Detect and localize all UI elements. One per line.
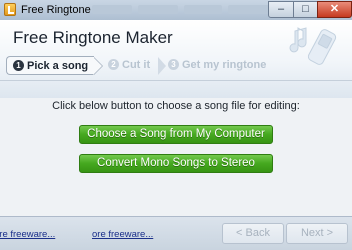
close-button[interactable]: ✕ [317,1,352,18]
step-label: Cut it [122,59,151,71]
step-number: 3 [168,59,179,70]
title-bar[interactable]: Free Ringtone Maker – □ ✕ [0,0,352,21]
step-number: 1 [13,60,24,71]
header-banner: Free Ringtone Maker 1 Pick a song 2 Cut it… [0,20,352,98]
step-arrow [158,57,166,75]
app-window: Free Ringtone Maker – □ ✕ Free Ringtone … [0,0,352,250]
blurred-taskbar-overlay [92,3,280,17]
wizard-steps: 1 Pick a song 2 Cut it 3 Get my ringtone [6,56,352,75]
more-freeware-link-2[interactable]: ore freeware... [92,229,153,240]
next-button[interactable]: Next > [286,223,348,244]
instruction-text: Click below button to choose a song file… [52,100,300,112]
step-arrow-fill [93,57,102,75]
minimize-button[interactable]: – [268,1,294,18]
main-panel: Click below button to choose a song file… [0,98,352,216]
step-number: 2 [108,59,119,70]
convert-mono-button[interactable]: Convert Mono Songs to Stereo [79,154,273,173]
step-label: Get my ringtone [182,59,267,71]
step-get-my-ringtone: 3 Get my ringtone [168,56,266,75]
step-label: Pick a song [27,60,89,72]
choose-song-button[interactable]: Choose a Song from My Computer [79,125,273,144]
footer-bar: ore freeware... ore freeware... < Back N… [0,216,352,250]
more-freeware-link[interactable]: ore freeware... [0,229,55,240]
app-icon [4,3,16,16]
page-title: Free Ringtone Maker [13,28,173,47]
step-cut-it: 2 Cut it [108,56,150,75]
step-pick-a-song: 1 Pick a song [6,56,94,75]
back-button[interactable]: < Back [222,223,284,244]
header-divider [0,80,352,81]
maximize-button[interactable]: □ [293,1,318,18]
